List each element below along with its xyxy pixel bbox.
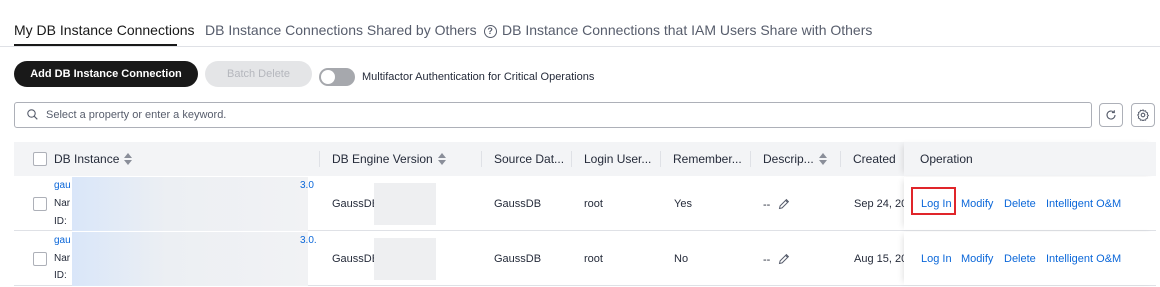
table-row: gau Nar ID: 3.0. GaussDB GaussDB root No… — [14, 232, 1156, 286]
instance-link-suffix[interactable]: 3.0. — [300, 235, 317, 246]
mfa-toggle[interactable] — [319, 68, 355, 86]
column-divider — [750, 151, 751, 167]
col-description-label: Descrip... — [763, 152, 814, 166]
search-box[interactable] — [14, 102, 1092, 128]
created-time: Sep 24, 20 — [854, 198, 908, 210]
refresh-button[interactable] — [1099, 103, 1123, 127]
col-remember-password: Remember... — [673, 152, 742, 166]
instance-id: ID: — [54, 270, 67, 281]
col-engine-version-label: DB Engine Version — [332, 152, 433, 166]
redacted-area — [374, 238, 436, 280]
instance-id: ID: — [54, 216, 67, 227]
engine-version: GaussDB — [332, 253, 380, 265]
tab-bar: My DB Instance Connections DB Instance C… — [0, 0, 1160, 47]
intelligent-om-button[interactable]: Intelligent O&M — [1046, 198, 1121, 210]
col-operation: Operation — [920, 152, 973, 166]
search-icon — [27, 109, 38, 120]
col-engine-version[interactable]: DB Engine Version — [332, 142, 446, 176]
instance-name: Nar — [54, 198, 71, 209]
operation-header-cell: Operation — [904, 142, 1156, 176]
edit-icon[interactable] — [778, 198, 790, 210]
description-value: -- — [763, 254, 771, 266]
modify-button[interactable]: Modify — [961, 253, 993, 265]
sort-icon[interactable] — [124, 153, 133, 165]
login-user: root — [584, 253, 603, 265]
settings-button[interactable] — [1131, 103, 1155, 127]
description: -- — [763, 198, 790, 211]
modify-button[interactable]: Modify — [961, 198, 993, 210]
login-user: root — [584, 198, 603, 210]
table-header: DB Instance DB Engine Version Source Dat… — [14, 142, 1156, 176]
redacted-area — [72, 232, 308, 286]
redacted-area — [374, 183, 436, 225]
column-divider — [840, 151, 841, 167]
tab-my-connections[interactable]: My DB Instance Connections — [14, 22, 195, 38]
row-checkbox[interactable] — [33, 252, 47, 266]
instance-name: Nar — [54, 253, 71, 264]
operation-cell: Log In Modify Delete Intelligent O&M — [904, 177, 1156, 230]
row-checkbox[interactable] — [33, 197, 47, 211]
login-button[interactable]: Log In — [921, 253, 952, 265]
col-login-user: Login User... — [584, 152, 652, 166]
help-icon[interactable]: ? — [483, 25, 497, 38]
created-time: Aug 15, 20 — [854, 253, 908, 265]
column-divider — [571, 151, 572, 167]
toggle-knob — [321, 70, 335, 84]
instance-link[interactable]: gau — [54, 235, 71, 246]
batch-delete-button[interactable]: Batch Delete — [205, 61, 312, 87]
active-tab-indicator — [14, 44, 177, 46]
login-highlight-box — [911, 187, 956, 215]
refresh-icon — [1106, 110, 1116, 120]
mfa-label: Multifactor Authentication for Critical … — [362, 71, 595, 83]
source-database: GaussDB — [494, 253, 542, 265]
remember-password: Yes — [674, 198, 692, 210]
tab-shared-by-others[interactable]: DB Instance Connections Shared by Others… — [205, 22, 497, 38]
delete-button[interactable]: Delete — [1004, 253, 1036, 265]
col-description[interactable]: Descrip... — [763, 142, 827, 176]
column-divider — [319, 151, 320, 167]
search-input[interactable] — [46, 108, 1046, 122]
instance-link-suffix[interactable]: 3.0 — [300, 180, 314, 191]
column-divider — [660, 151, 661, 167]
gear-icon — [1137, 109, 1149, 121]
tab-iam-shared[interactable]: DB Instance Connections that IAM Users S… — [502, 22, 872, 38]
col-db-instance-label: DB Instance — [54, 152, 120, 166]
remember-password: No — [674, 253, 689, 265]
col-created: Created — [853, 152, 896, 166]
intelligent-om-button[interactable]: Intelligent O&M — [1046, 253, 1121, 265]
instance-link[interactable]: gau — [54, 180, 71, 191]
edit-icon[interactable] — [778, 253, 790, 265]
col-db-instance[interactable]: DB Instance — [54, 142, 133, 176]
column-divider — [481, 151, 482, 167]
delete-button[interactable]: Delete — [1004, 198, 1036, 210]
redacted-area — [72, 177, 308, 231]
sort-icon[interactable] — [437, 153, 446, 165]
operation-cell: Log In Modify Delete Intelligent O&M — [904, 232, 1156, 285]
col-source-database: Source Dat... — [494, 152, 565, 166]
add-connection-button[interactable]: Add DB Instance Connection — [14, 61, 198, 87]
tab-shared-by-others-label: DB Instance Connections Shared by Others — [205, 22, 477, 38]
select-all-checkbox[interactable] — [33, 152, 47, 166]
sort-icon[interactable] — [818, 153, 827, 165]
source-database: GaussDB — [494, 198, 542, 210]
description: -- — [763, 253, 790, 266]
description-value: -- — [763, 199, 771, 211]
engine-version: GaussDB — [332, 198, 380, 210]
table-row: gau Nar ID: 3.0 GaussDB GaussDB root Yes… — [14, 177, 1156, 231]
